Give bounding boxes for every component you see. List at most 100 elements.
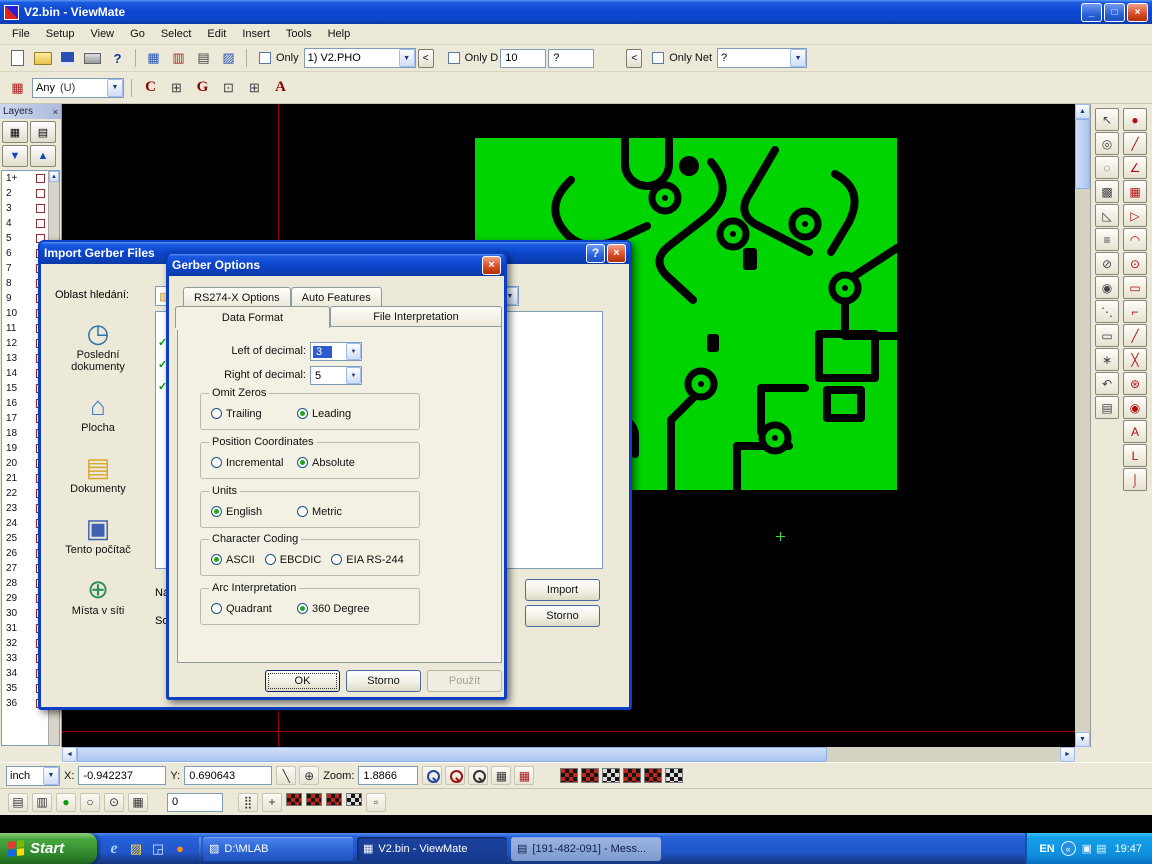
close-button[interactable]: × xyxy=(607,244,626,263)
radio-option-quadrant[interactable]: Quadrant xyxy=(211,603,297,615)
report-grid-icon[interactable]: ▨ xyxy=(217,47,240,69)
grid-snap-icon[interactable]: ▦ xyxy=(514,766,534,785)
dots-grid-icon[interactable]: ⋱ xyxy=(1095,300,1119,323)
film-pattern-1-icon[interactable] xyxy=(286,793,302,806)
snap-grid-icon[interactable]: ⊡ xyxy=(217,77,240,99)
canvas-vertical-scrollbar[interactable]: ▲ ▼ xyxy=(1075,104,1090,747)
grid-spacing-field[interactable]: 0 xyxy=(167,793,223,812)
arc-tool-icon[interactable]: ◠ xyxy=(1123,228,1147,251)
cancel-button[interactable]: Storno xyxy=(525,605,600,627)
film-view-6-icon[interactable] xyxy=(665,768,683,783)
dock-list-icon[interactable]: ▤ xyxy=(30,121,56,143)
layer-color-swatch[interactable] xyxy=(36,204,45,213)
overlay-b-icon[interactable]: ▥ xyxy=(32,793,52,812)
left-of-decimal-dropdown[interactable]: 3 ▼ xyxy=(310,342,362,361)
my-computer-place[interactable]: ▣ Tento počítač xyxy=(49,512,147,556)
taskbar-task-button[interactable]: ▦ V2.bin - ViewMate xyxy=(357,837,507,861)
bend-tool-icon[interactable]: ⌡ xyxy=(1123,468,1147,491)
layer-color-swatch[interactable] xyxy=(36,219,45,228)
undo-view-icon[interactable]: ↶ xyxy=(1095,372,1119,395)
menu-item[interactable]: Edit xyxy=(199,25,234,43)
star-tool-icon[interactable]: ⊛ xyxy=(1123,372,1147,395)
save-icon[interactable] xyxy=(56,47,79,69)
zoom-all-icon[interactable] xyxy=(468,766,488,785)
close-button[interactable]: × xyxy=(482,256,501,275)
dcode-table-icon[interactable]: ▦ xyxy=(142,47,165,69)
radio-option-eia-rs244[interactable]: EIA RS-244 xyxy=(331,554,403,566)
tab-file-interpretation[interactable]: File Interpretation xyxy=(330,306,502,326)
menu-item[interactable]: Help xyxy=(320,25,359,43)
film-view-2-icon[interactable] xyxy=(581,768,599,783)
probe-empty-icon[interactable]: ○ xyxy=(80,793,100,812)
dcode-value-field[interactable]: 10 xyxy=(500,49,546,68)
close-button[interactable]: × xyxy=(1127,3,1148,22)
vertical-scroll-thumb[interactable] xyxy=(1075,119,1090,189)
tab[interactable]: RS274-X Options xyxy=(183,287,291,307)
layer-select-combo[interactable]: 1) V2.PHO ▼ xyxy=(304,48,416,68)
recent-documents-place[interactable]: ◷ Poslední dokumenty xyxy=(49,317,147,373)
film-view-1-icon[interactable] xyxy=(560,768,578,783)
blank-film-icon[interactable]: ▫ xyxy=(366,793,386,812)
cut-tool-icon[interactable]: ╳ xyxy=(1123,348,1147,371)
grid-small-icon[interactable]: ▦ xyxy=(128,793,148,812)
context-help-icon[interactable]: ? xyxy=(106,47,129,69)
burst-tool-icon[interactable]: ∗ xyxy=(1095,348,1119,371)
new-file-icon[interactable] xyxy=(6,47,29,69)
status-light-icon[interactable]: ● xyxy=(56,793,76,812)
previous-dcode-button[interactable]: < xyxy=(626,49,642,68)
menu-item[interactable]: Setup xyxy=(38,25,83,43)
text-tool-icon[interactable]: A xyxy=(1123,420,1147,443)
swap-layers-icon[interactable]: ⊞ xyxy=(165,77,188,99)
previous-layer-button[interactable]: < xyxy=(418,49,434,68)
tray-app-icon[interactable]: ▣ xyxy=(1082,842,1092,855)
toolbar-separator[interactable] xyxy=(131,47,140,69)
radio-option-ebcdic[interactable]: EBCDIC xyxy=(265,554,322,566)
layer-color-swatch[interactable] xyxy=(36,174,45,183)
hide-icons-button[interactable]: « xyxy=(1061,841,1076,856)
arrow-tool-icon[interactable]: ▷ xyxy=(1123,204,1147,227)
pan-tool-icon[interactable]: ◌ xyxy=(1095,156,1119,179)
radio-option-trailing[interactable]: Trailing xyxy=(211,408,297,420)
right-of-decimal-dropdown[interactable]: 5 ▼ xyxy=(310,366,362,385)
query-tool-icon[interactable]: ◉ xyxy=(1123,396,1147,419)
move-layer-down-icon[interactable]: ▼ xyxy=(2,145,28,167)
trace-tool-icon[interactable]: ╱ xyxy=(1123,132,1147,155)
dcode-query-field[interactable]: ? xyxy=(548,49,594,68)
layer-row[interactable]: 4 xyxy=(2,216,47,231)
network-place[interactable]: ⊕ Místa v síti xyxy=(49,573,147,617)
documents-place[interactable]: ▤ Dokumenty xyxy=(49,451,147,495)
circle-tool-icon[interactable]: ⊙ xyxy=(1123,252,1147,275)
menu-item[interactable]: Go xyxy=(122,25,153,43)
film-pattern-3-icon[interactable] xyxy=(326,793,342,806)
taskbar-task-button[interactable]: ▨ D:\MLAB xyxy=(203,837,353,861)
zoom-in-icon[interactable] xyxy=(422,766,442,785)
tab-data-format[interactable]: Data Format xyxy=(175,306,330,328)
film-pattern-4-icon[interactable] xyxy=(346,793,362,806)
layers-panel-header[interactable]: Layers × xyxy=(0,104,61,119)
film-box-icon[interactable]: ▤ xyxy=(192,47,215,69)
selection-filter-combo[interactable]: Any (U) ▼ xyxy=(32,78,124,98)
radio-option-incremental[interactable]: Incremental xyxy=(211,457,297,469)
dock-grid-icon[interactable]: ▦ xyxy=(2,121,28,143)
rectangle-tool-icon[interactable]: ▭ xyxy=(1123,276,1147,299)
radio-option-leading[interactable]: Leading xyxy=(297,408,383,420)
polygon-tool-icon[interactable]: ⌐ xyxy=(1123,300,1147,323)
show-desktop-icon[interactable]: ◲ xyxy=(149,840,167,858)
layer-row[interactable]: 1+ xyxy=(2,171,47,186)
ok-button[interactable]: OK xyxy=(265,670,340,692)
chevron-down-icon[interactable]: ▼ xyxy=(107,79,123,97)
radio-option-metric[interactable]: Metric xyxy=(297,506,383,518)
pointer-tool-icon[interactable]: ↖ xyxy=(1095,108,1119,131)
toolbar-separator[interactable] xyxy=(242,47,251,69)
label-tool-icon[interactable]: L xyxy=(1123,444,1147,467)
layer-stack-icon[interactable]: ≡ xyxy=(1095,228,1119,251)
grid-display-icon[interactable]: ▦ xyxy=(491,766,511,785)
vertex-tool-icon[interactable]: ∠ xyxy=(1123,156,1147,179)
radio-option-english[interactable]: English xyxy=(211,506,297,518)
film-view-4-icon[interactable] xyxy=(623,768,641,783)
only-dcode-checkbox[interactable] xyxy=(448,52,460,64)
chevron-down-icon[interactable]: ▼ xyxy=(790,49,806,67)
menu-item[interactable]: View xyxy=(82,25,122,43)
aperture-list-icon[interactable]: ▥ xyxy=(167,47,190,69)
zoom-window-icon[interactable] xyxy=(445,766,465,785)
